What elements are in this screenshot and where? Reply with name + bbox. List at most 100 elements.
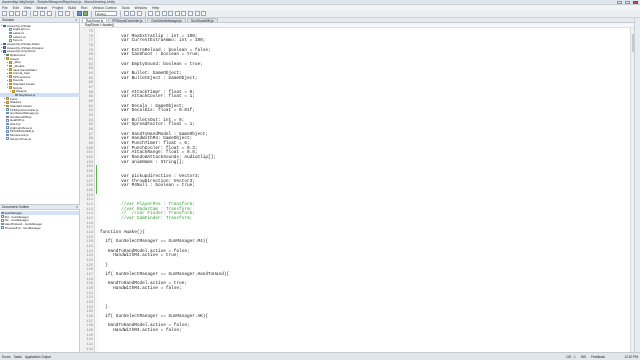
save-icon[interactable] [15, 11, 21, 16]
menu-item-version-control[interactable]: Version Control [92, 6, 116, 10]
pad-tasks[interactable]: Tasks [14, 355, 22, 359]
file-icon [6, 133, 9, 137]
outline-item-icon [1, 226, 4, 229]
folder-icon [9, 79, 12, 82]
uncomment-icon[interactable] [194, 11, 200, 16]
redo-icon[interactable] [64, 11, 70, 16]
save-all-icon[interactable] [21, 11, 27, 16]
document-outline-list: GunManager M4 - GunManager AK - GunManager… [0, 210, 80, 230]
tree-item-label: SlowmoTimer.js [10, 136, 32, 141]
prev-bookmark-icon[interactable] [155, 11, 161, 16]
feedback-button[interactable]: Feedback [591, 355, 605, 359]
comment-icon[interactable] [188, 11, 194, 16]
indent-icon[interactable] [174, 11, 180, 16]
clear-bookmarks-icon[interactable] [168, 11, 174, 16]
menu-item-build[interactable]: Build [68, 6, 76, 10]
folder-icon [9, 64, 12, 68]
file-icon [9, 31, 12, 35]
folder-icon [6, 57, 9, 60]
solution-tree: ▾ Assembly-CSharp HighLight.cs Label.cs Labe… [0, 23, 80, 192]
file-icon [6, 130, 9, 133]
minimize-icon[interactable] [617, 0, 622, 4]
outline-item[interactable]: Thrower/Init - GunManager [1, 226, 79, 230]
outline-item-icon [1, 215, 4, 218]
document-outline-title: Document Outline [2, 205, 30, 209]
folder-icon [9, 71, 12, 75]
find-icon[interactable] [201, 11, 207, 16]
close-icon[interactable] [633, 0, 638, 4]
maximize-icon[interactable] [625, 0, 630, 4]
folder-icon [9, 82, 12, 86]
new-file-icon[interactable] [2, 11, 7, 16]
left-panel: Solution × ▾ Assembly-CSharp HighLight.cs L… [0, 18, 80, 352]
folder-icon [9, 68, 12, 71]
file-icon [6, 137, 9, 140]
status-pads: Errors Tasks Application Output [2, 355, 51, 359]
tree-item-label: RayShoot.js [19, 93, 36, 97]
tab-gunshootmm-js[interactable]: GunShootMM.js [186, 17, 218, 22]
tab-rayshoot-js[interactable]: RayShoot.js [82, 17, 108, 22]
project-icon [3, 24, 6, 28]
tree-item[interactable]: SlowmoTimer.js [0, 137, 80, 141]
menu-item-project[interactable]: Project [52, 6, 63, 10]
menu-item-file[interactable]: File [2, 6, 8, 10]
outline-item-icon [1, 211, 4, 215]
menu-item-run[interactable]: Run [81, 6, 87, 10]
code-lines: 75 76 var MaxExtraClip : int = 100; 77 var… [81, 30, 634, 352]
tab-fpsinputcontroller-js[interactable]: FPSInputController.js [108, 17, 147, 22]
editor-area: RayShoot.js FPSInputController.js GunSelec… [81, 17, 635, 352]
menu-item-window[interactable]: Window [135, 6, 147, 10]
folder-icon [9, 60, 12, 64]
status-bar: Errors Tasks Application Output 100 : 1 IN… [0, 352, 640, 360]
menu-item-help[interactable]: Help [152, 6, 159, 10]
folder-icon [9, 75, 12, 79]
toolbar-separator [144, 10, 146, 17]
panel-close-icon[interactable]: × [75, 18, 77, 22]
outline-item-label: Thrower/Init - GunManager [4, 225, 41, 230]
folder-icon [6, 100, 9, 104]
insert-mode: INS [580, 355, 587, 359]
cursor-position: 100 : 1 [566, 355, 576, 359]
file-icon [9, 28, 12, 31]
unindent-icon[interactable] [181, 11, 187, 16]
menu-item-edit[interactable]: Edit [13, 6, 19, 10]
file-icon [6, 122, 9, 126]
clock: 12:20 PM [624, 354, 638, 359]
copy-icon[interactable] [40, 11, 46, 16]
file-icon [6, 108, 9, 111]
code-editor[interactable]: 75 76 var MaxExtraClip : int = 100; 77 var… [81, 28, 634, 352]
pad-application-output[interactable]: Application Output [25, 355, 51, 359]
undo-icon[interactable] [58, 11, 64, 16]
folder-icon [12, 90, 15, 93]
panel-close-icon[interactable]: × [76, 205, 78, 209]
solution-panel-title: Solution [2, 18, 15, 22]
next-bookmark-icon[interactable] [161, 11, 167, 16]
paste-icon[interactable] [46, 11, 52, 16]
right-dock-strip[interactable] [634, 18, 640, 352]
menu-item-search[interactable]: Search [36, 6, 47, 10]
folder-icon [6, 97, 9, 100]
tab-gunselectmanager-js[interactable]: GunSelectManager.js [147, 17, 186, 22]
bookmark-icon[interactable] [148, 11, 154, 16]
file-icon [6, 126, 9, 130]
menu-item-view[interactable]: View [24, 6, 32, 10]
run-icon[interactable] [83, 11, 89, 16]
step-out-icon[interactable] [136, 11, 142, 16]
step-over-icon[interactable] [123, 11, 129, 16]
configuration-select[interactable]: Debug [94, 11, 117, 16]
toolbar-separator [54, 10, 56, 17]
status-info: 100 : 1 INS Feedback [566, 355, 605, 359]
open-file-icon[interactable] [8, 11, 14, 16]
menu-item-tools[interactable]: Tools [121, 6, 129, 10]
project-icon [3, 46, 6, 49]
file-icon [6, 111, 9, 115]
cut-icon[interactable] [33, 11, 39, 16]
project-icon [3, 42, 6, 46]
build-icon[interactable] [76, 11, 82, 16]
step-into-icon[interactable] [130, 11, 136, 16]
breadcrumb[interactable]: RayShoot > Awake() [81, 23, 634, 28]
window-title: AssemblyUnityScript - Scripts/Weapon/Ray… [2, 0, 115, 5]
outline-item-icon [1, 218, 4, 222]
pad-errors[interactable]: Errors [2, 355, 11, 359]
file-icon [6, 119, 9, 122]
